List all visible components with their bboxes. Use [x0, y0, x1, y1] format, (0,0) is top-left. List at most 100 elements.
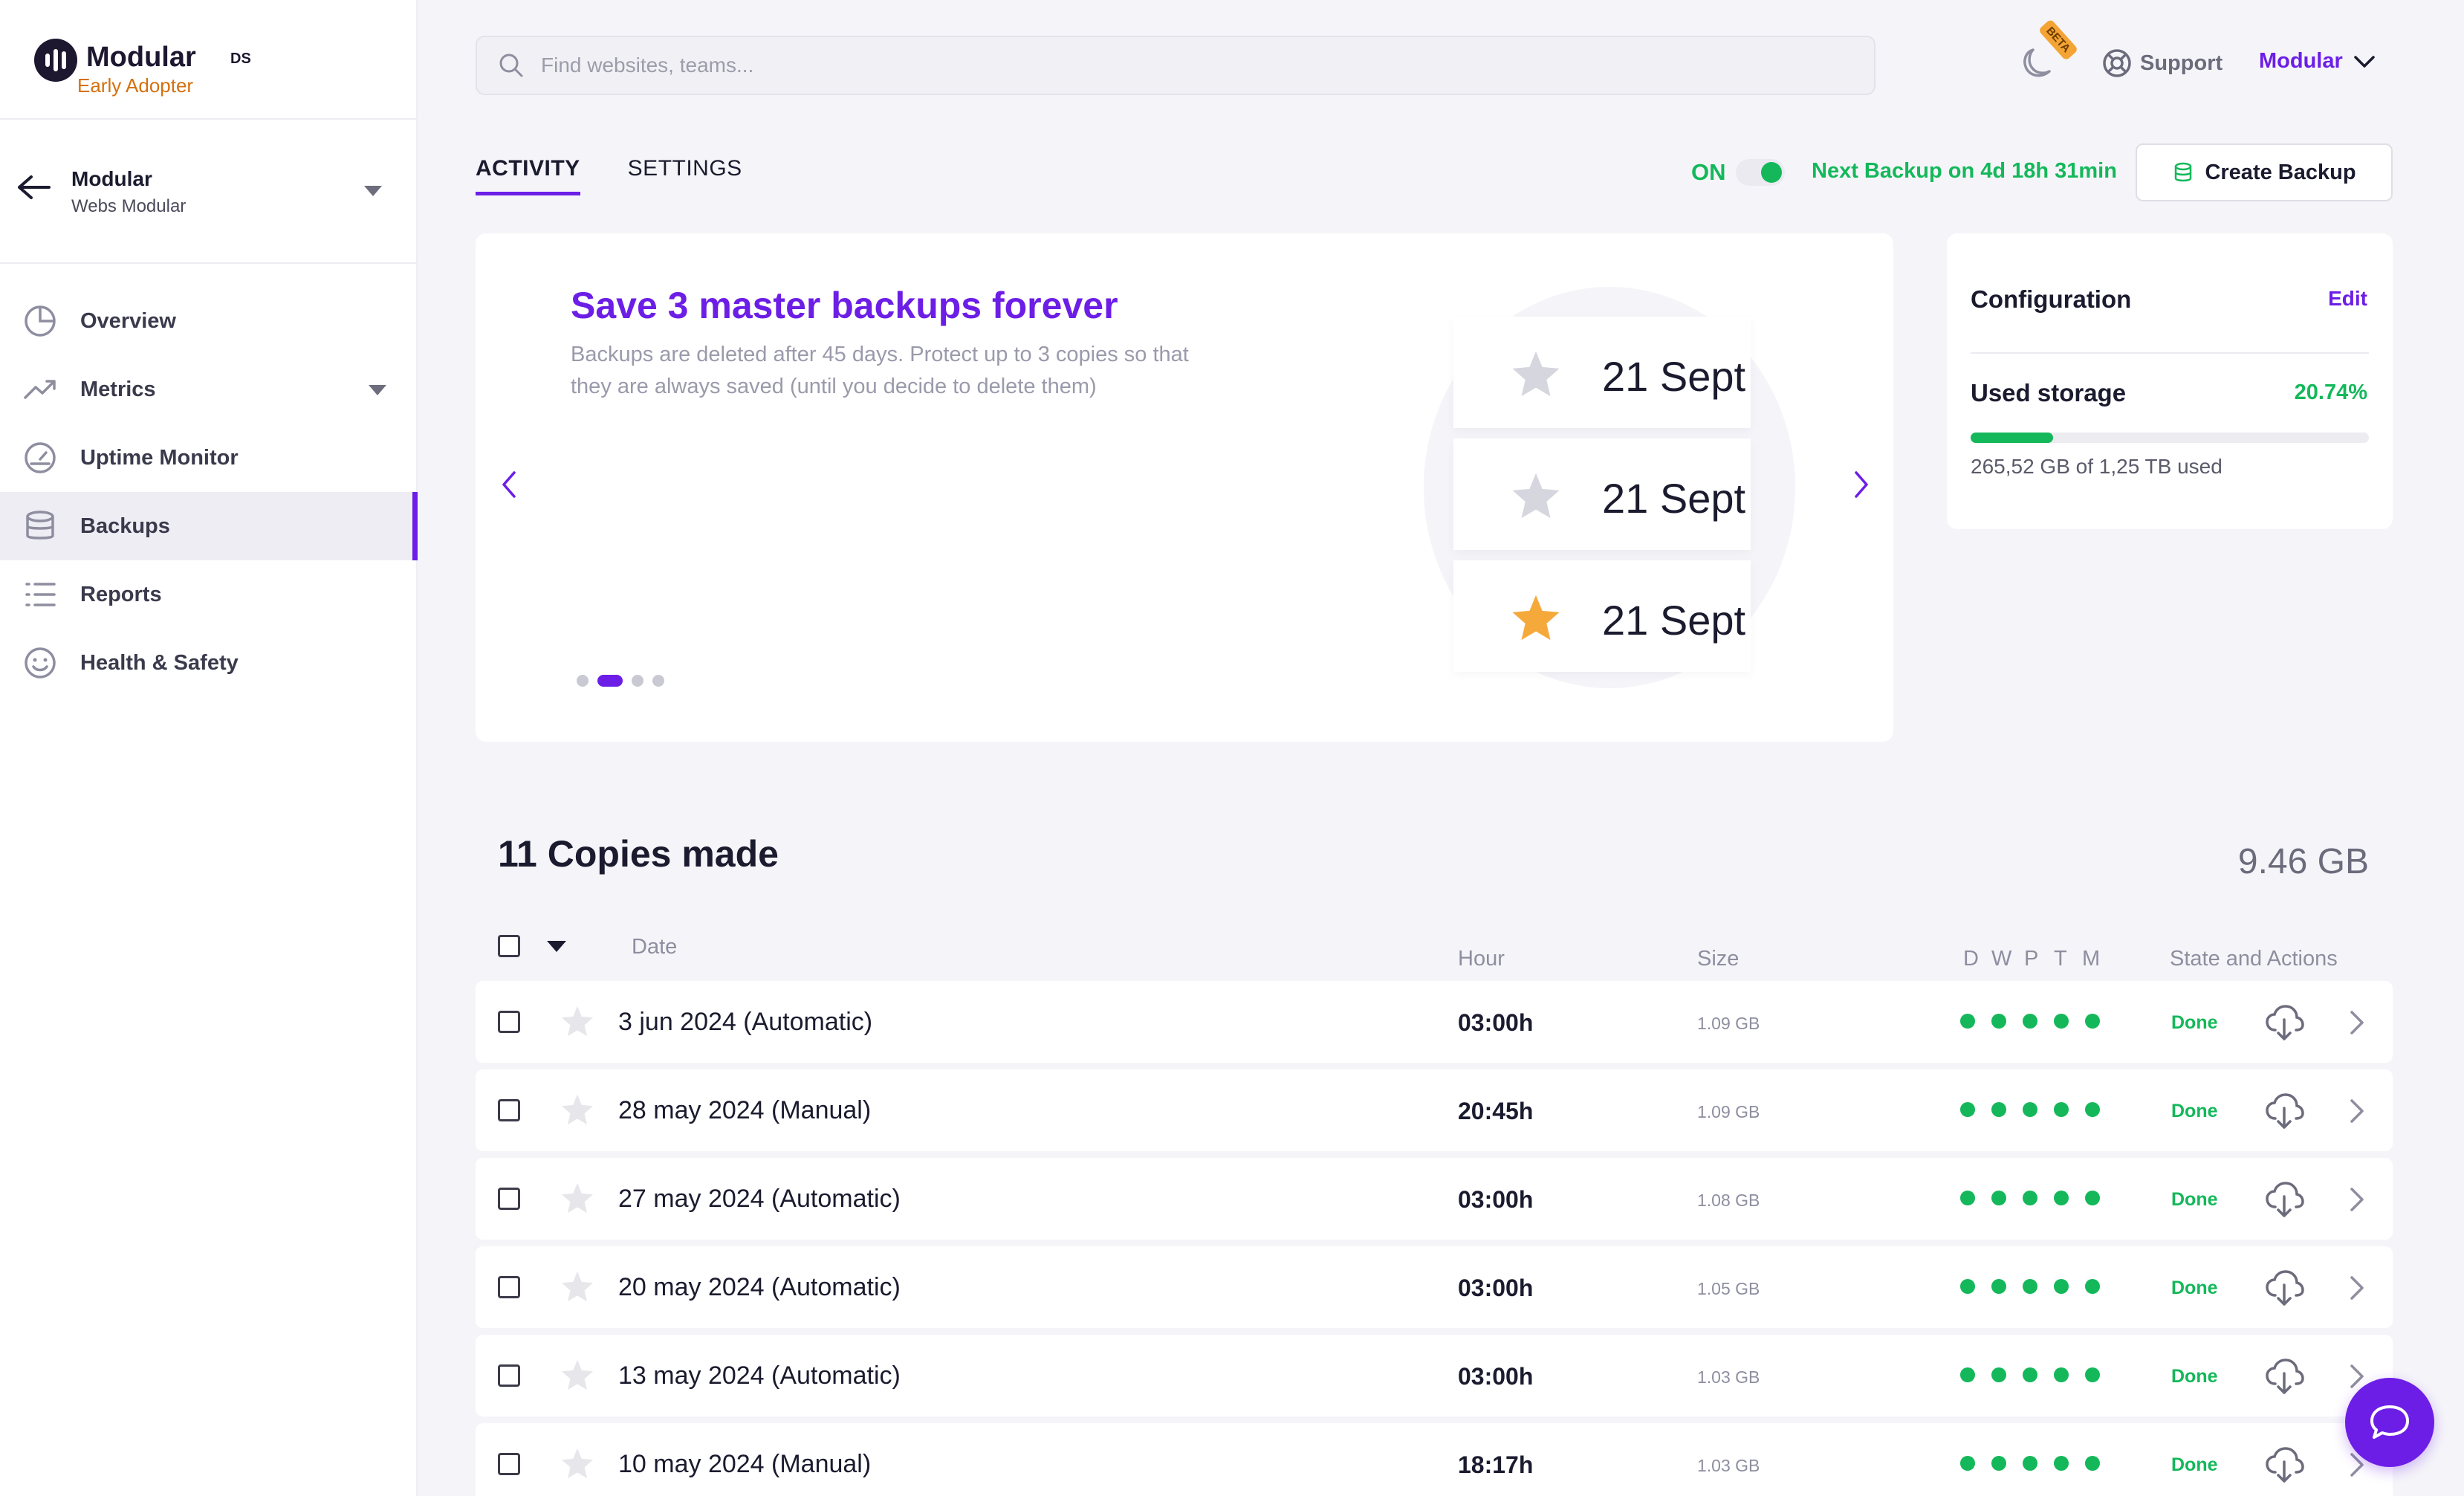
star-icon[interactable] [560, 1005, 594, 1037]
row-checkbox[interactable] [498, 1188, 520, 1210]
sidebar-item-uptime-monitor[interactable]: Uptime Monitor [0, 424, 418, 492]
status-dot-m [2085, 1014, 2100, 1029]
cloud-download-icon[interactable] [2263, 1444, 2305, 1486]
star-icon[interactable] [560, 1270, 594, 1303]
sidebar-item-reports[interactable]: Reports [0, 560, 418, 629]
table-row[interactable]: 3 jun 2024 (Automatic) 03:00h 1.09 GB Done [476, 981, 2393, 1063]
backup-hour: 03:00h [1458, 1275, 1534, 1301]
database-icon [22, 508, 58, 544]
column-state: State and Actions [2170, 947, 2338, 971]
backup-size: 1.03 GB [1697, 1367, 1760, 1387]
backup-toggle[interactable] [1736, 159, 1785, 186]
chevron-right-icon[interactable] [2345, 1096, 2367, 1126]
status-dot-p [2023, 1102, 2037, 1117]
table-row[interactable]: 10 may 2024 (Manual) 18:17h 1.03 GB Done [476, 1423, 2393, 1496]
chevron-down-icon [2354, 55, 2375, 68]
sidebar-item-label: Metrics [80, 377, 156, 401]
row-checkbox[interactable] [498, 1364, 520, 1387]
user-menu-label: Modular [2259, 49, 2343, 73]
cloud-download-icon[interactable] [2263, 1356, 2305, 1397]
carousel-prev-icon[interactable] [498, 468, 520, 501]
column-hour: Hour [1458, 947, 1505, 971]
backup-state: Done [2171, 1366, 2218, 1387]
status-dot-t [2054, 1367, 2069, 1382]
status-dot-w [1991, 1014, 2006, 1029]
chat-button[interactable] [2345, 1378, 2434, 1467]
sidebar-item-label: Overview [80, 308, 176, 333]
star-icon [1512, 473, 1560, 519]
chevron-right-icon[interactable] [2345, 1185, 2367, 1214]
status-dot-p [2023, 1191, 2037, 1205]
status-dot-w [1991, 1456, 2006, 1471]
star-icon[interactable] [560, 1093, 594, 1126]
column-date[interactable]: Date [632, 935, 677, 959]
edit-configuration-link[interactable]: Edit [2328, 287, 2367, 311]
dark-mode-moon-icon[interactable] [2020, 45, 2057, 82]
chat-bubble-icon [2370, 1405, 2409, 1439]
table-row[interactable]: 28 may 2024 (Manual) 20:45h 1.09 GB Done [476, 1069, 2393, 1151]
search-bar[interactable] [476, 36, 1875, 95]
create-backup-label: Create Backup [2205, 160, 2356, 184]
carousel-dot[interactable] [597, 675, 623, 687]
sidebar-item-metrics[interactable]: Metrics [0, 355, 418, 424]
chevron-right-icon[interactable] [2345, 1008, 2367, 1037]
sample-backup-row: 21 Sept [1453, 560, 1751, 672]
backup-size: 1.08 GB [1697, 1191, 1760, 1210]
select-all-checkbox[interactable] [498, 935, 520, 957]
cloud-download-icon[interactable] [2263, 1090, 2305, 1132]
cloud-download-icon[interactable] [2263, 1002, 2305, 1043]
column-t: T [2054, 947, 2067, 971]
carousel-dot[interactable] [632, 675, 643, 687]
search-input[interactable] [541, 54, 1804, 77]
table-row[interactable]: 20 may 2024 (Automatic) 03:00h 1.05 GB Done [476, 1246, 2393, 1328]
backup-hour: 03:00h [1458, 1363, 1534, 1390]
backup-state: Done [2171, 1278, 2218, 1298]
status-dot-p [2023, 1367, 2037, 1382]
cloud-download-icon[interactable] [2263, 1267, 2305, 1309]
sort-caret-icon[interactable] [547, 941, 566, 952]
row-checkbox[interactable] [498, 1099, 520, 1121]
cloud-download-icon[interactable] [2263, 1179, 2305, 1220]
status-dot-t [2054, 1014, 2069, 1029]
table-row[interactable]: 13 may 2024 (Automatic) 03:00h 1.03 GB Done [476, 1335, 2393, 1416]
back-arrow-icon[interactable] [15, 172, 52, 202]
backup-hour: 20:45h [1458, 1098, 1534, 1124]
tab-settings[interactable]: SETTINGS [628, 156, 742, 195]
account-switcher[interactable]: Modular Webs Modular [0, 119, 418, 263]
carousel-next-icon[interactable] [1850, 468, 1873, 501]
backup-date: 3 jun 2024 (Automatic) [618, 1008, 873, 1036]
status-dot-t [2054, 1191, 2069, 1205]
user-menu[interactable]: Modular [2259, 49, 2376, 74]
star-icon[interactable] [560, 1447, 594, 1480]
row-checkbox[interactable] [498, 1276, 520, 1298]
support-link[interactable]: Support [2101, 48, 2223, 79]
chevron-down-icon[interactable] [369, 385, 386, 395]
backup-state: Done [2171, 1012, 2218, 1033]
chevron-right-icon[interactable] [2345, 1273, 2367, 1303]
chevron-down-icon[interactable] [364, 186, 382, 196]
sample-backup-date: 21 Sept [1602, 475, 1746, 522]
row-checkbox[interactable] [498, 1011, 520, 1033]
star-icon[interactable] [560, 1182, 594, 1214]
configuration-card: Configuration Edit Used storage 20.74% 2… [1947, 233, 2393, 529]
star-icon[interactable] [560, 1359, 594, 1391]
status-dot-d [1960, 1367, 1975, 1382]
tab-activity[interactable]: ACTIVITY [476, 156, 580, 195]
status-dot-w [1991, 1102, 2006, 1117]
backup-tabs: ACTIVITY SETTINGS [476, 156, 742, 195]
sidebar-item-backups[interactable]: Backups [0, 492, 418, 560]
status-dot-d [1960, 1102, 1975, 1117]
sidebar-item-health-safety[interactable]: Health & Safety [0, 629, 418, 697]
promo-description: Backups are deleted after 45 days. Prote… [571, 343, 1189, 398]
sidebar-item-label: Uptime Monitor [80, 445, 239, 470]
lifebuoy-icon [2103, 49, 2131, 77]
row-checkbox[interactable] [498, 1453, 520, 1475]
status-dot-d [1960, 1279, 1975, 1294]
carousel-dot[interactable] [652, 675, 664, 687]
create-backup-button[interactable]: Create Backup [2136, 143, 2393, 201]
search-icon [499, 54, 523, 77]
table-row[interactable]: 27 may 2024 (Automatic) 03:00h 1.08 GB Done [476, 1158, 2393, 1240]
sidebar-item-overview[interactable]: Overview [0, 287, 418, 355]
carousel-dot[interactable] [577, 675, 589, 687]
backup-state: Done [2171, 1454, 2218, 1475]
